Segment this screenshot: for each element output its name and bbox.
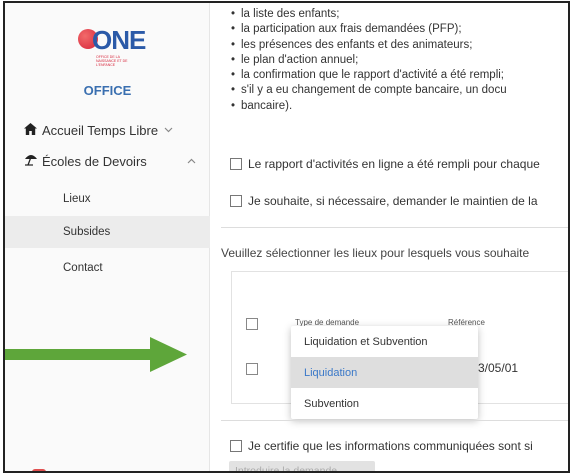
activity-report-check-row[interactable]: Le rapport d'activités en ligne a été re… <box>230 157 540 171</box>
sidebar-subitem-label: Subsides <box>63 226 111 238</box>
maintain-request-checkbox[interactable] <box>230 195 242 207</box>
green-arrow-icon <box>5 337 187 372</box>
sidebar-subitem-contact[interactable]: Contact <box>5 252 210 284</box>
certify-check-row[interactable]: Je certifie que les informations communi… <box>230 439 533 453</box>
row-checkbox[interactable] <box>246 363 258 375</box>
list-item: la participation aux frais demandées (PF… <box>229 22 507 38</box>
main-content: la liste des enfants; la participation a… <box>211 3 568 471</box>
app-frame: ONE OFFICE DE LA NAISSANCE ET DE L'ENFAN… <box>3 1 570 473</box>
sidebar-subitem-label: Contact <box>63 262 103 274</box>
certify-checkbox[interactable] <box>230 440 242 452</box>
select-locations-prompt: Veuillez sélectionner les lieux pour les… <box>221 246 530 260</box>
logo-text: ONE <box>92 25 146 55</box>
row-reference: 3/05/01 <box>478 361 519 375</box>
dropdown-option-subvention[interactable]: Subvention <box>291 388 478 419</box>
beach-umbrella-icon <box>24 153 42 169</box>
list-item: les présences des enfants et des animate… <box>229 38 507 54</box>
list-item: la confirmation que le rapport d'activit… <box>229 68 507 84</box>
submit-request-button[interactable]: Introduire la demande <box>229 461 375 471</box>
one-logo[interactable]: ONE OFFICE DE LA NAISSANCE ET DE L'ENFAN… <box>70 25 146 69</box>
activity-report-label: Le rapport d'activités en ligne a été re… <box>248 157 540 171</box>
sidebar-item-ecoles-de-devoirs[interactable]: Écoles de Devoirs <box>5 148 210 174</box>
bottom-logo-icon <box>32 469 46 471</box>
sidebar-subitem-lieux[interactable]: Lieux <box>5 183 210 215</box>
requirements-list: la liste des enfants; la participation a… <box>229 7 507 114</box>
divider <box>221 420 568 421</box>
maintain-request-check-row[interactable]: Je souhaite, si nécessaire, demander le … <box>230 194 538 208</box>
sidebar-subitem-subsides[interactable]: Subsides <box>5 216 210 248</box>
home-icon <box>24 122 42 138</box>
activity-report-checkbox[interactable] <box>230 158 242 170</box>
sidebar: ONE OFFICE DE LA NAISSANCE ET DE L'ENFAN… <box>5 3 210 471</box>
dropdown-option-liquidation[interactable]: Liquidation <box>291 357 478 388</box>
list-item: le plan d'action annuel; <box>229 53 507 69</box>
logo-subtext: OFFICE DE LA NAISSANCE ET DE L'ENFANCE <box>96 55 128 67</box>
chevron-down-icon <box>164 125 173 136</box>
sidebar-item-label: Accueil Temps Libre <box>42 122 159 138</box>
maintain-request-label: Je souhaite, si nécessaire, demander le … <box>248 194 538 208</box>
office-label: OFFICE <box>83 83 132 98</box>
certify-label: Je certifie que les informations communi… <box>248 439 533 453</box>
sidebar-subitem-label: Lieux <box>63 193 91 205</box>
select-all-checkbox[interactable] <box>246 318 258 330</box>
divider <box>221 227 568 228</box>
list-item: s'il y a eu changement de compte bancair… <box>229 83 507 99</box>
dropdown-option-liquidation-et-subvention[interactable]: Liquidation et Subvention <box>291 326 478 357</box>
list-item: la liste des enfants; <box>229 7 507 23</box>
chevron-up-icon <box>187 156 196 167</box>
sidebar-item-accueil-temps-libre[interactable]: Accueil Temps Libre <box>5 117 210 143</box>
list-item-continuation: bancaire). <box>229 99 507 115</box>
request-type-dropdown[interactable]: Liquidation et Subvention Liquidation Su… <box>291 326 478 419</box>
sidebar-item-label: Écoles de Devoirs <box>42 153 147 169</box>
